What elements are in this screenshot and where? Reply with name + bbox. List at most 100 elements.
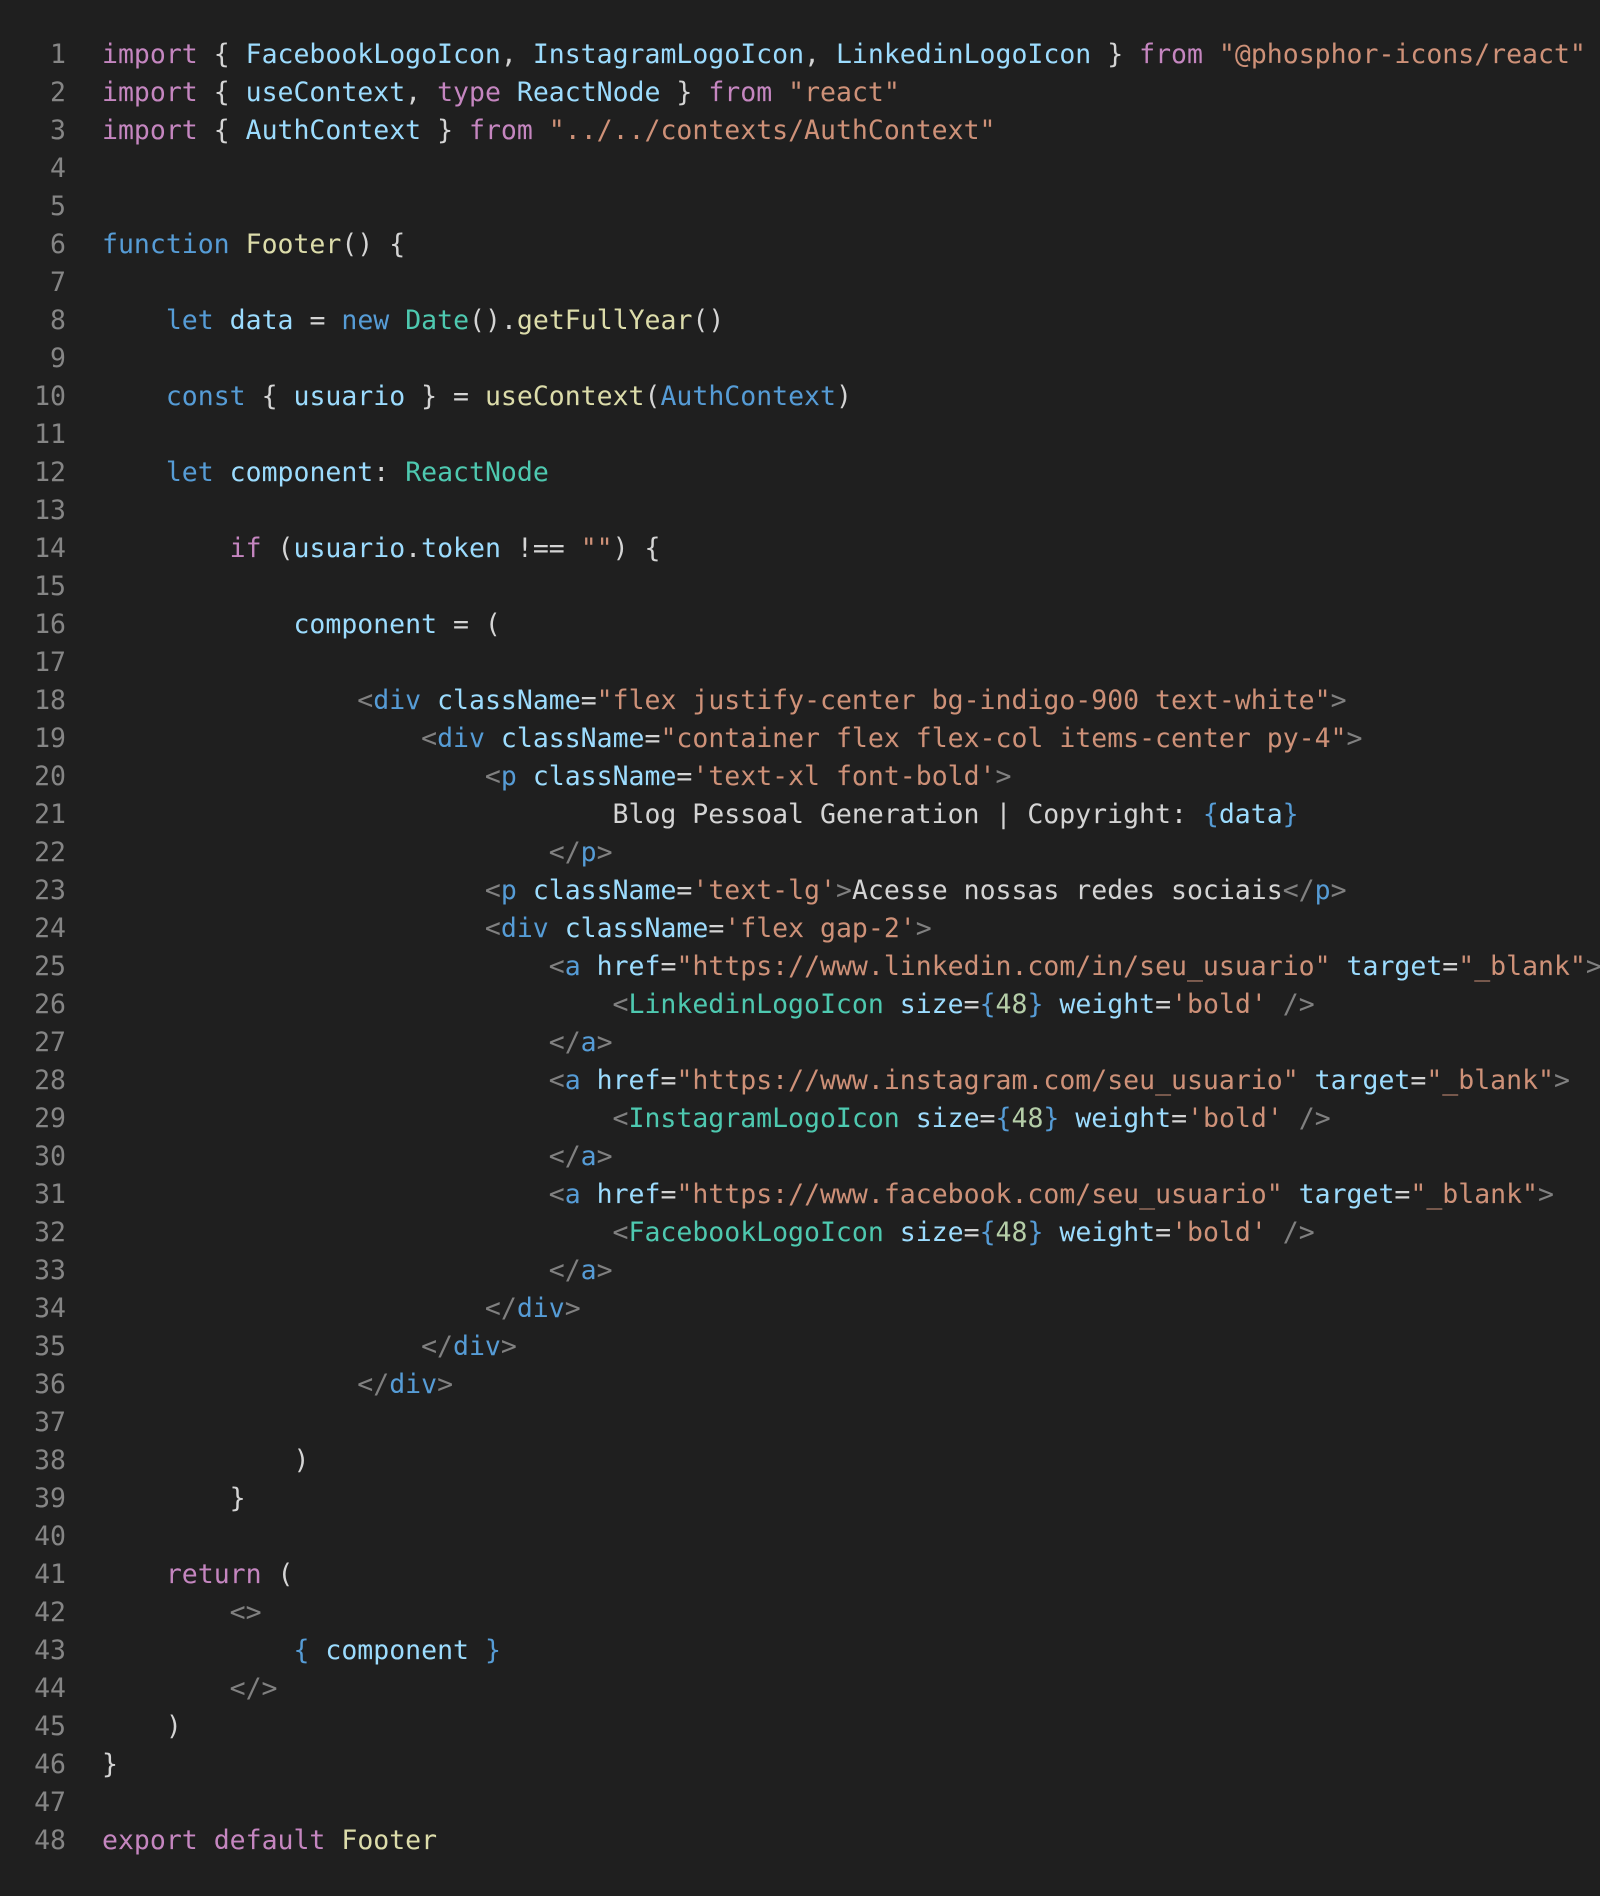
line-code[interactable]: <a href="https://www.facebook.com/seu_us… (102, 1176, 1600, 1214)
code-line[interactable]: 2 import { useContext, type ReactNode } f… (0, 74, 1600, 112)
code-line[interactable]: 27 </a> (0, 1024, 1600, 1062)
line-code[interactable]: </p> (102, 834, 1600, 872)
code-token: import (102, 77, 198, 108)
code-line[interactable]: 37 (0, 1404, 1600, 1442)
code-line[interactable]: 16 component = ( (0, 606, 1600, 644)
line-code[interactable]: const { usuario } = useContext(AuthConte… (102, 378, 1600, 416)
line-code[interactable]: </> (102, 1670, 1600, 1708)
line-code[interactable] (102, 1784, 1600, 1822)
line-code[interactable] (102, 1404, 1600, 1442)
line-code[interactable]: } (102, 1746, 1600, 1784)
code-line[interactable]: 17 (0, 644, 1600, 682)
code-line[interactable]: 36 </div> (0, 1366, 1600, 1404)
code-line[interactable]: 5 (0, 188, 1600, 226)
line-code[interactable]: ) (102, 1442, 1600, 1480)
code-line[interactable]: 42 <> (0, 1594, 1600, 1632)
code-line[interactable]: 34 </div> (0, 1290, 1600, 1328)
code-token: ) (835, 381, 852, 412)
code-line[interactable]: 38 ) (0, 1442, 1600, 1480)
line-code[interactable]: </a> (102, 1138, 1600, 1176)
line-code[interactable]: function Footer() { (102, 226, 1600, 264)
line-code[interactable]: <a href="https://www.linkedin.com/in/seu… (102, 948, 1600, 986)
code-line[interactable]: 10 const { usuario } = useContext(AuthCo… (0, 378, 1600, 416)
code-line[interactable]: 44 </> (0, 1670, 1600, 1708)
line-code[interactable]: </div> (102, 1366, 1600, 1404)
code-line[interactable]: 25 <a href="https://www.linkedin.com/in/… (0, 948, 1600, 986)
line-code[interactable]: import { FacebookLogoIcon, InstagramLogo… (102, 36, 1600, 74)
code-line[interactable]: 20 <p className='text-xl font-bold'> (0, 758, 1600, 796)
code-line[interactable]: 18 <div className="flex justify-center b… (0, 682, 1600, 720)
code-line[interactable]: 26 <LinkedinLogoIcon size={48} weight='b… (0, 986, 1600, 1024)
code-line[interactable]: 8 let data = new Date().getFullYear() (0, 302, 1600, 340)
line-code[interactable]: if (usuario.token !== "") { (102, 530, 1600, 568)
line-code[interactable]: import { AuthContext } from "../../conte… (102, 112, 1600, 150)
code-line[interactable]: 23 <p className='text-lg'>Acesse nossas … (0, 872, 1600, 910)
line-code[interactable]: let data = new Date().getFullYear() (102, 302, 1600, 340)
code-token: = (580, 685, 597, 716)
code-line[interactable]: 41 return ( (0, 1556, 1600, 1594)
code-line[interactable]: 11 (0, 416, 1600, 454)
code-line[interactable]: 4 (0, 150, 1600, 188)
code-line[interactable]: 43 { component } (0, 1632, 1600, 1670)
line-code[interactable]: <a href="https://www.instagram.com/seu_u… (102, 1062, 1600, 1100)
code-line[interactable]: 48 export default Footer (0, 1822, 1600, 1860)
line-code[interactable]: <InstagramLogoIcon size={48} weight='bol… (102, 1100, 1600, 1138)
code-line[interactable]: 47 (0, 1784, 1600, 1822)
line-code[interactable]: } (102, 1480, 1600, 1518)
line-code[interactable]: ) (102, 1708, 1600, 1746)
line-code[interactable]: </div> (102, 1290, 1600, 1328)
code-line[interactable]: 21 Blog Pessoal Generation | Copyright: … (0, 796, 1600, 834)
line-code[interactable] (102, 188, 1600, 226)
code-line[interactable]: 40 (0, 1518, 1600, 1556)
code-line[interactable]: 7 (0, 264, 1600, 302)
line-code[interactable] (102, 264, 1600, 302)
code-line[interactable]: 14 if (usuario.token !== "") { (0, 530, 1600, 568)
line-code[interactable] (102, 340, 1600, 378)
code-line[interactable]: 28 <a href="https://www.instagram.com/se… (0, 1062, 1600, 1100)
code-line[interactable]: 19 <div className="container flex flex-c… (0, 720, 1600, 758)
line-code[interactable]: { component } (102, 1632, 1600, 1670)
code-line[interactable]: 39 } (0, 1480, 1600, 1518)
code-line[interactable]: 35 </div> (0, 1328, 1600, 1366)
code-line[interactable]: 45 ) (0, 1708, 1600, 1746)
line-code[interactable]: let component: ReactNode (102, 454, 1600, 492)
code-editor[interactable]: 1 import { FacebookLogoIcon, InstagramLog… (0, 0, 1600, 1896)
line-code[interactable] (102, 568, 1600, 606)
line-code[interactable]: <div className='flex gap-2'> (102, 910, 1600, 948)
line-code[interactable]: return ( (102, 1556, 1600, 1594)
line-code[interactable]: <p className='text-lg'>Acesse nossas red… (102, 872, 1600, 910)
code-line[interactable]: 15 (0, 568, 1600, 606)
code-line[interactable]: 31 <a href="https://www.facebook.com/seu… (0, 1176, 1600, 1214)
line-code[interactable] (102, 416, 1600, 454)
code-line[interactable]: 3 import { AuthContext } from "../../cont… (0, 112, 1600, 150)
code-line[interactable]: 22 </p> (0, 834, 1600, 872)
line-code[interactable]: <p className='text-xl font-bold'> (102, 758, 1600, 796)
code-line[interactable]: 13 (0, 492, 1600, 530)
line-code[interactable]: <div className="flex justify-center bg-i… (102, 682, 1600, 720)
line-code[interactable]: <LinkedinLogoIcon size={48} weight='bold… (102, 986, 1600, 1024)
code-line[interactable]: 6 function Footer() { (0, 226, 1600, 264)
code-line[interactable]: 24 <div className='flex gap-2'> (0, 910, 1600, 948)
line-code[interactable]: Blog Pessoal Generation | Copyright: {da… (102, 796, 1600, 834)
line-code[interactable]: </a> (102, 1024, 1600, 1062)
code-line[interactable]: 29 <InstagramLogoIcon size={48} weight='… (0, 1100, 1600, 1138)
line-code[interactable]: </a> (102, 1252, 1600, 1290)
line-code[interactable]: <> (102, 1594, 1600, 1632)
line-code[interactable] (102, 1518, 1600, 1556)
line-code[interactable] (102, 492, 1600, 530)
line-code[interactable]: export default Footer (102, 1822, 1600, 1860)
code-line[interactable]: 9 (0, 340, 1600, 378)
line-code[interactable]: <FacebookLogoIcon size={48} weight='bold… (102, 1214, 1600, 1252)
line-code[interactable]: <div className="container flex flex-col … (102, 720, 1600, 758)
line-code[interactable] (102, 150, 1600, 188)
code-line[interactable]: 1 import { FacebookLogoIcon, InstagramLog… (0, 36, 1600, 74)
code-line[interactable]: 32 <FacebookLogoIcon size={48} weight='b… (0, 1214, 1600, 1252)
line-code[interactable]: component = ( (102, 606, 1600, 644)
code-line[interactable]: 33 </a> (0, 1252, 1600, 1290)
line-code[interactable]: </div> (102, 1328, 1600, 1366)
code-line[interactable]: 46} (0, 1746, 1600, 1784)
code-line[interactable]: 12 let component: ReactNode (0, 454, 1600, 492)
line-code[interactable] (102, 644, 1600, 682)
line-code[interactable]: import { useContext, type ReactNode } fr… (102, 74, 1600, 112)
code-line[interactable]: 30 </a> (0, 1138, 1600, 1176)
